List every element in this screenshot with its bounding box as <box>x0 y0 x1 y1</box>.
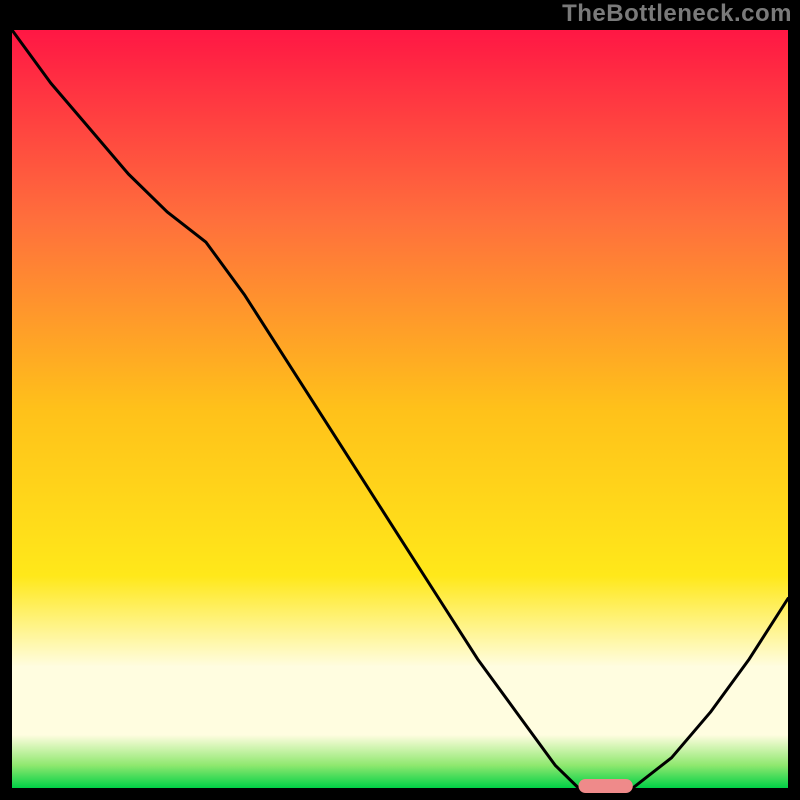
gradient-plot <box>0 0 800 800</box>
optimal-range-marker <box>579 779 633 793</box>
watermark-text: TheBottleneck.com <box>562 0 792 28</box>
chart-canvas: TheBottleneck.com <box>0 0 800 800</box>
plot-background <box>12 30 788 788</box>
